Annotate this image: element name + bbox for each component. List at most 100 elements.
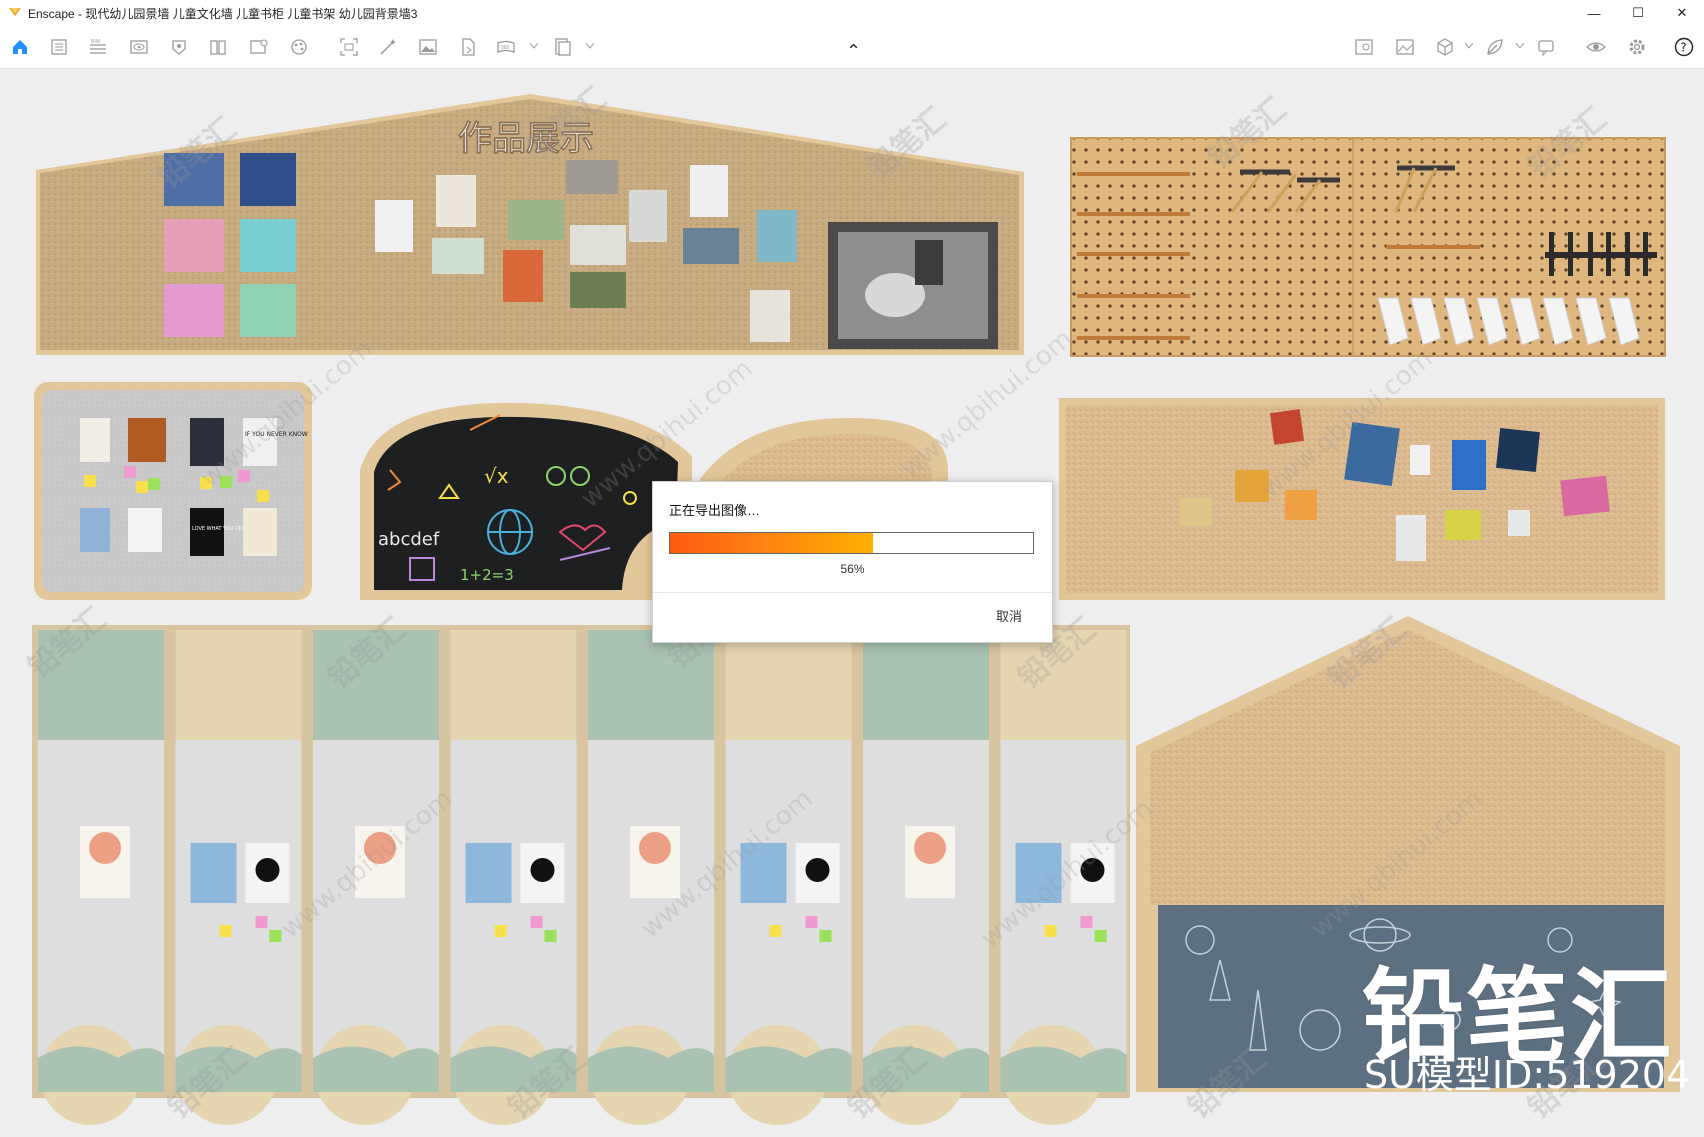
settings-icon <box>1629 39 1645 55</box>
home-button[interactable] <box>10 37 30 57</box>
sticky-note <box>530 916 543 928</box>
panel-hills <box>588 1046 714 1092</box>
export-icon <box>462 38 475 56</box>
toucan-poster-bird <box>255 858 280 882</box>
poster-if-text: IF YOU NEVER KNOW <box>245 431 308 438</box>
sticky-note <box>494 925 507 937</box>
progress-percent: 56% <box>840 562 865 576</box>
image-icon <box>419 39 437 55</box>
eye-icon <box>1586 42 1606 52</box>
maximize-icon: ☐ <box>1632 5 1644 20</box>
felt-board: IF YOU NEVER KNOW LOVE WHAT YOU DO <box>34 382 312 600</box>
panel-top <box>725 630 852 740</box>
panel-top <box>175 630 302 740</box>
panorama-icon: 360 <box>497 40 515 53</box>
document-icon <box>51 39 67 55</box>
books-icon <box>210 40 226 55</box>
tree-poster-crown <box>914 832 946 864</box>
tree-poster-crown <box>364 832 396 864</box>
image-compare-icon <box>1355 39 1373 55</box>
dialog-title: 正在导出图像… <box>669 503 761 518</box>
cube-icon <box>1437 38 1453 56</box>
view-button[interactable] <box>129 37 149 57</box>
books-button[interactable] <box>208 37 228 57</box>
cancel-button[interactable]: 取消 <box>996 606 1022 625</box>
bim-button[interactable]: BIM <box>88 37 108 57</box>
view-icon <box>130 40 148 54</box>
panorama-button[interactable]: 360 <box>496 37 516 57</box>
sticky-note <box>544 930 557 942</box>
sticky-note <box>819 930 832 942</box>
sticky-note <box>1094 930 1107 942</box>
cube-button[interactable] <box>1435 37 1455 57</box>
batch-export-button[interactable] <box>553 37 573 57</box>
gallery-button[interactable] <box>1395 37 1415 57</box>
bird-poster <box>190 843 237 903</box>
panel-hills <box>1000 1046 1127 1092</box>
help-button[interactable]: ? <box>1674 37 1694 57</box>
leaf-button[interactable] <box>1485 37 1505 57</box>
document-button[interactable] <box>49 37 69 57</box>
eye-button[interactable] <box>1586 37 1606 57</box>
bird-poster <box>740 843 787 903</box>
chevron-down-icon[interactable] <box>586 43 594 49</box>
settings-button[interactable] <box>1627 37 1647 57</box>
bird-poster <box>465 843 512 903</box>
artwork-display-wall: 作品展示 <box>36 94 1024 355</box>
panel-top <box>313 630 439 740</box>
panel-top <box>863 630 989 740</box>
panel-top <box>1000 630 1127 740</box>
cork-board <box>1059 398 1665 600</box>
batch-export-icon <box>555 38 571 56</box>
maximize-button[interactable]: ☐ <box>1616 0 1660 26</box>
blackboard-letters: abcdef <box>378 529 440 550</box>
capture-button[interactable] <box>339 37 359 57</box>
image-compare-button[interactable] <box>1354 37 1374 57</box>
progress-bar <box>669 532 1034 554</box>
leaf-icon <box>1487 39 1503 55</box>
help-icon: ? <box>1674 37 1694 57</box>
bird-poster <box>1015 843 1062 903</box>
chevron-down-icon[interactable] <box>530 43 538 49</box>
asset-library-icon <box>172 40 186 55</box>
sticky-note <box>1080 916 1093 928</box>
close-icon: ✕ <box>1676 5 1688 20</box>
dialog-divider <box>653 592 1052 593</box>
panel-hills <box>175 1046 302 1092</box>
svg-text:?: ? <box>1680 41 1686 55</box>
pegboard-wall <box>1070 137 1666 357</box>
sticky-note <box>769 925 782 937</box>
sticky-note <box>805 916 818 928</box>
magic-button[interactable] <box>378 37 398 57</box>
artwork-wall-title: 作品展示 <box>458 119 594 159</box>
window-title: Enscape - 现代幼儿园景墙 儿童文化墙 儿童书柜 儿童书架 幼儿园背景墙… <box>28 7 418 21</box>
panel-top <box>588 630 714 740</box>
panel-hills <box>450 1046 577 1092</box>
collapse-toolbar-icon[interactable]: ⌃ <box>846 42 861 60</box>
image-button[interactable] <box>418 37 438 57</box>
title-bar: Enscape - 现代幼儿园景墙 儿童文化墙 儿童书柜 儿童书架 幼儿园背景墙… <box>0 0 1704 26</box>
capture-icon <box>340 38 358 56</box>
tree-poster-crown <box>89 832 121 864</box>
magic-icon <box>380 39 396 55</box>
progress-bar-fill <box>670 533 874 553</box>
blackboard-formula: √x <box>484 464 509 488</box>
poster-love-text: LOVE WHAT YOU DO <box>192 526 243 532</box>
svg-text:BIM: BIM <box>91 39 100 45</box>
export-button[interactable] <box>458 37 478 57</box>
chevron-down-icon[interactable] <box>1516 43 1524 49</box>
model-id-label: SU模型ID:519204 <box>1364 1053 1691 1097</box>
blackboard-math: 1+2=3 <box>460 566 514 584</box>
views-manager-button[interactable] <box>249 37 269 57</box>
minimize-button[interactable]: — <box>1572 0 1616 26</box>
material-button[interactable] <box>289 37 309 57</box>
gallery-icon <box>1396 39 1414 55</box>
panel-hills <box>313 1046 439 1092</box>
close-button[interactable]: ✕ <box>1660 0 1704 26</box>
panel-top <box>38 630 164 740</box>
asset-library-button[interactable] <box>169 37 189 57</box>
chevron-down-icon[interactable] <box>1465 43 1473 49</box>
sticky-note <box>219 925 232 937</box>
svg-text:360: 360 <box>501 45 510 51</box>
chat-button[interactable] <box>1537 37 1557 57</box>
